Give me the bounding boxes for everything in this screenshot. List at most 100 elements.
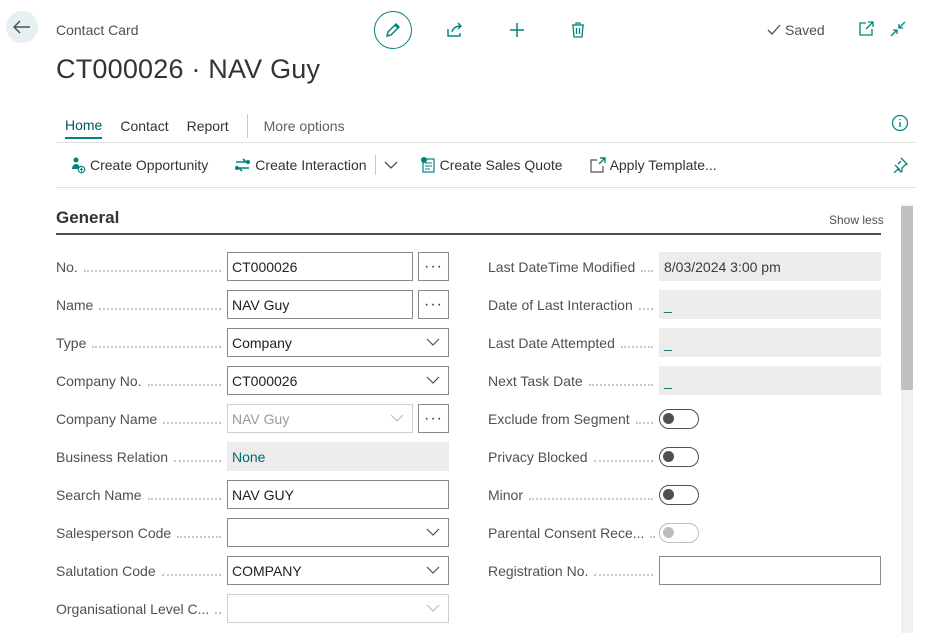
search-name-input[interactable]: NAV GUY xyxy=(227,480,449,509)
tab-contact[interactable]: Contact xyxy=(120,118,168,138)
no-assist-button[interactable]: ··· xyxy=(418,252,449,281)
back-button[interactable] xyxy=(6,11,38,43)
field-company-no: Company No. CT000026 xyxy=(56,366,449,395)
toggle-knob xyxy=(663,450,674,462)
field-label: Date of Last Interaction xyxy=(488,297,659,313)
exclude-segment-toggle[interactable] xyxy=(659,408,699,429)
tab-home[interactable]: Home xyxy=(65,117,103,139)
field-label: Search Name xyxy=(56,487,227,503)
info-button[interactable] xyxy=(891,114,909,137)
tab-more-options[interactable]: More options xyxy=(264,118,345,138)
create-sales-quote-label: Create Sales Quote xyxy=(439,157,563,173)
field-minor: Minor xyxy=(488,480,699,509)
plus-icon xyxy=(510,23,524,37)
field-label: Company No. xyxy=(56,373,227,389)
share-button[interactable] xyxy=(443,18,467,42)
field-registration-no: Registration No. xyxy=(488,556,881,585)
chevron-down-icon[interactable] xyxy=(384,157,398,173)
pin-icon xyxy=(893,157,909,174)
parental-consent-toggle xyxy=(659,522,699,543)
chevron-down-icon xyxy=(426,528,440,536)
template-icon xyxy=(589,156,606,174)
company-name-select: NAV Guy xyxy=(227,404,413,433)
create-sales-quote-button[interactable]: Create Sales Quote xyxy=(420,156,563,174)
pencil-icon xyxy=(385,22,401,38)
field-no: No. CT000026 ··· xyxy=(56,252,449,281)
salutation-code-select[interactable]: COMPANY xyxy=(227,556,449,585)
section-title-general[interactable]: General xyxy=(56,208,119,228)
popout-button[interactable] xyxy=(857,20,875,43)
interaction-icon xyxy=(234,157,251,173)
field-name: Name NAV Guy ··· xyxy=(56,290,449,319)
field-exclude-segment: Exclude from Segment xyxy=(488,404,699,433)
field-search-name: Search Name NAV GUY xyxy=(56,480,449,509)
chevron-down-icon xyxy=(426,376,440,384)
last-modified-value: 8/03/2024 3:00 pm xyxy=(659,252,881,281)
last-attempted-value[interactable]: _ xyxy=(659,328,881,357)
action-tabs: Home Contact Report More options xyxy=(65,114,363,140)
field-salutation-code: Salutation Code COMPANY xyxy=(56,556,449,585)
registration-no-input[interactable] xyxy=(659,556,881,585)
pin-button[interactable] xyxy=(892,157,909,176)
company-no-select[interactable]: CT000026 xyxy=(227,366,449,395)
edit-button[interactable] xyxy=(374,11,412,49)
field-label: Last Date Attempted xyxy=(488,335,659,351)
field-label: No. xyxy=(56,259,227,275)
create-interaction-button[interactable]: Create Interaction xyxy=(234,157,367,173)
tab-divider xyxy=(246,114,248,138)
type-select[interactable]: Company xyxy=(227,328,449,357)
minor-toggle[interactable] xyxy=(659,484,699,505)
collapse-button[interactable] xyxy=(889,20,907,43)
top-actions xyxy=(374,11,590,49)
field-label: Privacy Blocked xyxy=(488,449,659,465)
field-label: Organisational Level C... xyxy=(56,601,227,617)
trash-icon xyxy=(572,22,584,38)
sales-quote-icon xyxy=(420,156,436,174)
create-opportunity-label: Create Opportunity xyxy=(90,157,209,173)
field-last-modified: Last DateTime Modified 8/03/2024 3:00 pm xyxy=(488,252,881,281)
checkmark-icon xyxy=(767,24,781,35)
chevron-down-icon xyxy=(426,566,440,574)
salesperson-code-select[interactable] xyxy=(227,518,449,547)
arrow-left-icon xyxy=(13,20,30,34)
field-next-task: Next Task Date _ xyxy=(488,366,881,395)
create-interaction-label: Create Interaction xyxy=(255,157,367,173)
popout-icon xyxy=(859,21,874,36)
name-input[interactable]: NAV Guy xyxy=(227,290,413,319)
scrollbar-thumb[interactable] xyxy=(901,206,913,390)
field-label: Parental Consent Rece... xyxy=(488,525,659,541)
chevron-down-icon xyxy=(426,604,440,612)
name-assist-button[interactable]: ··· xyxy=(418,290,449,319)
last-interaction-value[interactable]: _ xyxy=(659,290,881,319)
create-opportunity-button[interactable]: Create Opportunity xyxy=(70,156,208,174)
page-title: CT000026 · NAV Guy xyxy=(56,54,321,84)
field-label: Next Task Date xyxy=(488,373,659,389)
saved-status: Saved xyxy=(767,22,825,38)
apply-template-button[interactable]: Apply Template... xyxy=(589,156,717,174)
field-label: Registration No. xyxy=(488,563,659,579)
field-last-attempted: Last Date Attempted _ xyxy=(488,328,881,357)
show-less-link[interactable]: Show less xyxy=(829,213,884,227)
split-divider xyxy=(374,155,376,175)
field-company-name: Company Name NAV Guy ··· xyxy=(56,404,449,433)
chevron-down-icon xyxy=(426,338,440,346)
field-label: Type xyxy=(56,335,227,351)
apply-template-label: Apply Template... xyxy=(609,157,717,173)
field-last-interaction: Date of Last Interaction _ xyxy=(488,290,881,319)
collapse-arrows-icon xyxy=(890,21,906,37)
privacy-blocked-toggle[interactable] xyxy=(659,446,699,467)
business-relation-value[interactable]: None xyxy=(227,442,449,471)
tab-report[interactable]: Report xyxy=(187,118,229,138)
next-task-value[interactable]: _ xyxy=(659,366,881,395)
info-icon xyxy=(891,114,909,132)
company-name-assist-button[interactable]: ··· xyxy=(418,404,449,433)
section-divider xyxy=(56,233,881,235)
toggle-knob xyxy=(663,526,674,538)
opportunity-icon xyxy=(70,156,86,174)
delete-button[interactable] xyxy=(566,18,590,42)
no-input[interactable]: CT000026 xyxy=(227,252,413,281)
field-parental-consent: Parental Consent Rece... xyxy=(488,518,699,547)
new-button[interactable] xyxy=(505,18,529,42)
chevron-down-icon xyxy=(390,414,404,422)
share-icon xyxy=(447,22,462,37)
